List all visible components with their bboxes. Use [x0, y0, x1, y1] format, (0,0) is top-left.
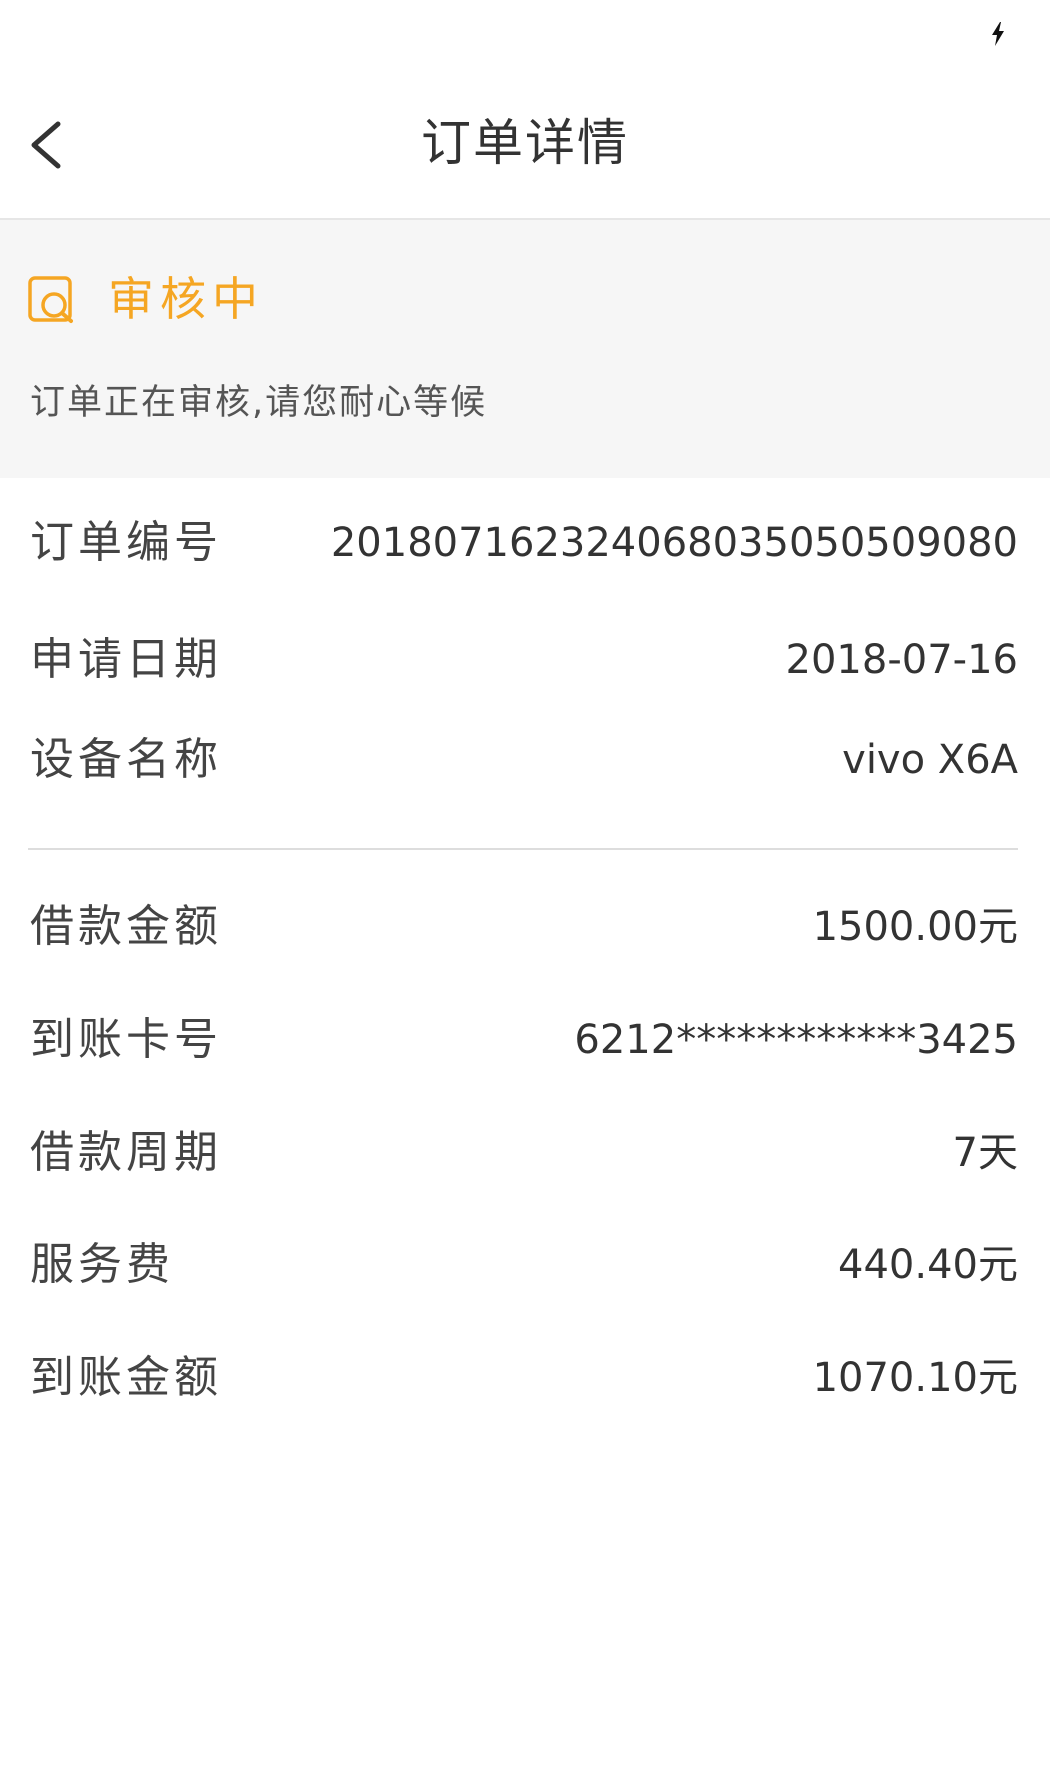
service-fee-row: 服务费 440.40元 [30, 1230, 1018, 1300]
service-fee-value: 440.40元 [838, 1242, 1018, 1288]
loan-amount-row: 借款金额 1500.00元 [30, 892, 1018, 962]
review-search-icon [28, 276, 73, 323]
received-amount-label: 到账金额 [30, 1352, 222, 1403]
received-amount-value: 1070.10元 [812, 1355, 1018, 1401]
page-title: 订单详情 [421, 114, 629, 172]
loan-period-label: 借款周期 [30, 1127, 222, 1178]
device-name-value: vivo X6A [842, 737, 1018, 783]
status-description: 订单正在审核,请您耐心等候 [30, 383, 488, 423]
status-title: 审核中 [108, 272, 264, 326]
card-number-row: 到账卡号 6212************3425 [30, 1005, 1018, 1075]
order-number-value: 201807162324068035050509080 [330, 520, 1018, 566]
order-status-panel: 审核中 订单正在审核,请您耐心等候 [0, 220, 1050, 478]
order-number-label: 订单编号 [30, 517, 222, 568]
received-amount-row: 到账金额 1070.10元 [30, 1343, 1018, 1413]
loan-period-value: 7天 [952, 1130, 1018, 1176]
device-name-row: 设备名称 vivo X6A [30, 725, 1018, 795]
apply-date-row: 申请日期 2018-07-16 [30, 625, 1018, 695]
apply-date-value: 2018-07-16 [785, 637, 1018, 683]
section-divider [28, 848, 1018, 850]
order-number-row: 订单编号 201807162324068035050509080 [30, 508, 1018, 578]
device-name-label: 设备名称 [30, 734, 222, 785]
service-fee-label: 服务费 [30, 1239, 174, 1290]
status-bar [0, 0, 1050, 70]
card-number-label: 到账卡号 [30, 1014, 222, 1065]
navigation-bar: 订单详情 [0, 70, 1050, 220]
charging-bolt-icon [992, 22, 1004, 46]
card-number-value: 6212************3425 [574, 1017, 1018, 1063]
loan-amount-value: 1500.00元 [812, 904, 1018, 950]
loan-period-row: 借款周期 7天 [30, 1118, 1018, 1188]
apply-date-label: 申请日期 [30, 634, 222, 685]
loan-amount-label: 借款金额 [30, 901, 222, 952]
